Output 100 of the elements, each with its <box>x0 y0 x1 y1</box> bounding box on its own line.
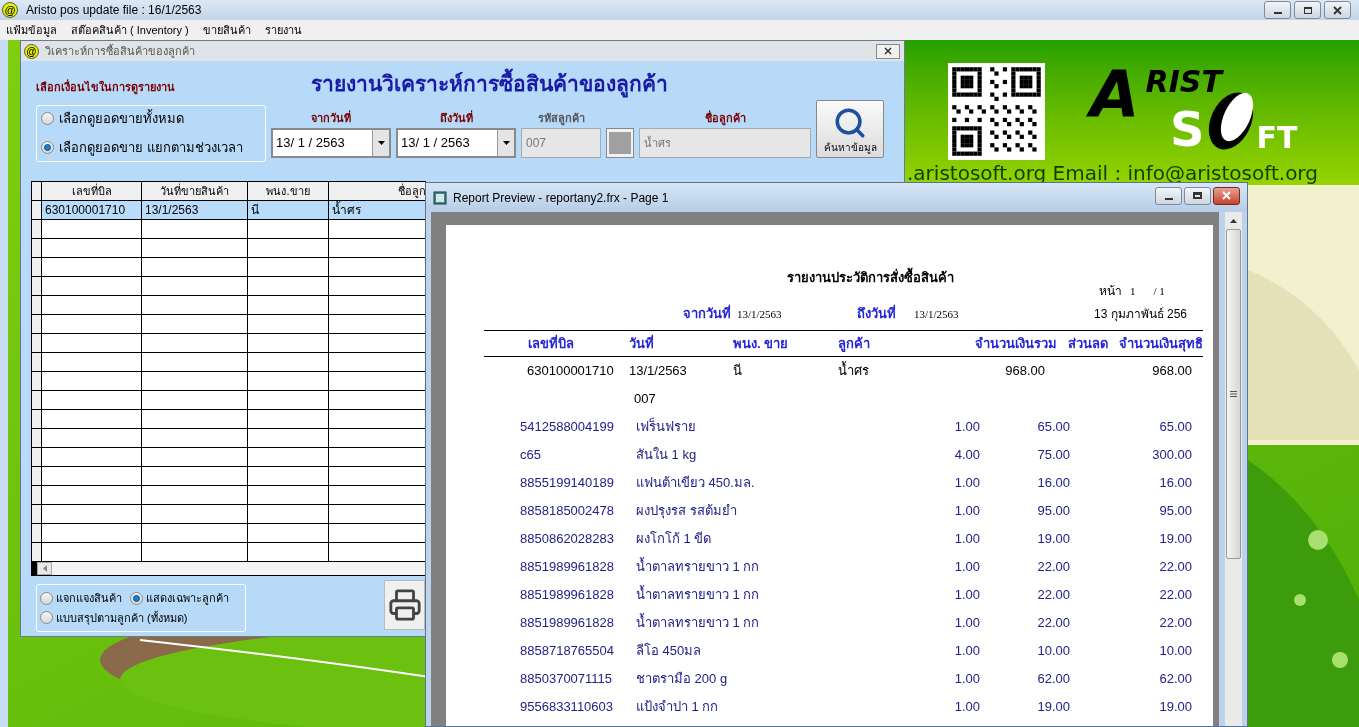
column-header: จำนวนเงินรวม <box>974 334 1057 353</box>
row-header[interactable] <box>32 258 42 276</box>
table-cell-text: 19.00 <box>1158 698 1192 717</box>
app-icon: @ <box>24 43 39 59</box>
radio-button[interactable] <box>41 140 54 154</box>
menu-item[interactable]: แฟ้มข้อมูล <box>6 21 57 39</box>
column-header: ส่วนลด <box>1067 334 1108 353</box>
table-cell-text: แป้งจำปา 1 กก <box>636 698 720 717</box>
row-header[interactable] <box>32 391 42 409</box>
radio-button[interactable] <box>130 591 143 605</box>
row-header[interactable] <box>32 334 42 352</box>
close-button[interactable] <box>1213 186 1240 205</box>
table-cell-text: 95.00 <box>1158 502 1192 521</box>
logo-text: FT <box>1256 123 1298 153</box>
table-cell-text: ผงปรุงรส รสต้มยำ <box>636 502 738 521</box>
restore-button[interactable] <box>1294 1 1321 19</box>
vertical-scrollbar[interactable] <box>1225 212 1242 726</box>
lookup-button[interactable] <box>606 128 634 158</box>
table-cell-text: 1.00 <box>953 586 980 605</box>
row-header[interactable] <box>32 353 42 371</box>
column-header[interactable]: ชื่อลูก <box>329 182 426 200</box>
date-field[interactable]: 13/ 1 / 2563 <box>396 128 516 158</box>
table-cell-text: 300.00 <box>1151 446 1192 465</box>
table-cell-text: 95.00 <box>1036 502 1070 521</box>
maximize-button[interactable] <box>1184 186 1211 205</box>
row-header[interactable] <box>32 410 42 428</box>
caret-icon <box>502 141 510 145</box>
scroll-thumb[interactable] <box>1226 229 1241 559</box>
row-header[interactable] <box>32 486 42 504</box>
minimize-button[interactable] <box>1155 186 1182 205</box>
table-cell-text: น้ำตาลทรายขาว 1 กก <box>636 585 761 605</box>
report-title: รายงานประวัติการสั่งซื้อสินค้า <box>787 268 954 288</box>
row-header[interactable] <box>32 277 42 295</box>
minimize-button[interactable] <box>1264 1 1291 19</box>
table-cell-text: 1.00 <box>953 670 980 689</box>
table-cell-text: 8850370071115 <box>520 670 614 689</box>
field-label: ถึงวันที่ <box>439 109 473 126</box>
table-cell-text: น้ำศร <box>331 201 362 219</box>
menu-item[interactable]: ขายสินค้า <box>202 21 251 39</box>
row-header[interactable] <box>32 524 42 542</box>
page-total: / 1 <box>1153 284 1165 299</box>
row-header[interactable] <box>32 372 42 390</box>
column-header: เลขที่บิล <box>528 333 575 353</box>
row-header[interactable] <box>32 201 42 219</box>
radio-button[interactable] <box>40 591 53 605</box>
row-header[interactable] <box>32 220 42 238</box>
row-header[interactable] <box>32 315 42 333</box>
field-label: จากวันที่ <box>311 109 351 126</box>
row-header[interactable] <box>32 429 42 447</box>
window-title: วิเคราะห์การซื้อสินค้าของลูกค้า <box>45 43 195 60</box>
table-cell-text: 8858185002478 <box>520 502 615 521</box>
table-cell-text: 630100001710 <box>527 362 615 381</box>
column-header: พนง. ขาย <box>733 334 790 353</box>
radio-button[interactable] <box>41 112 54 126</box>
table-cell-text: 16.00 <box>1158 474 1192 493</box>
printer-icon <box>387 588 422 622</box>
page-number: 1 <box>1130 284 1136 299</box>
radio-button[interactable] <box>40 611 53 625</box>
row-header[interactable] <box>32 543 42 561</box>
from-date: 13/1/2563 <box>737 306 783 322</box>
table-cell-text: 62.00 <box>1158 670 1192 689</box>
table-cell-text: 22.00 <box>1036 614 1070 633</box>
date-field[interactable]: 13/ 1 / 2563 <box>271 128 391 158</box>
column-header: จำนวนเงินสุทธิ <box>1118 334 1203 354</box>
print-button[interactable] <box>384 580 425 630</box>
column-header[interactable]: พนง.ขาย <box>248 182 329 200</box>
column-header[interactable]: เลขที่บิล <box>42 182 142 200</box>
table-cell-text: 75.00 <box>1036 446 1070 465</box>
caret-icon <box>377 141 385 145</box>
close-button[interactable] <box>1324 1 1351 19</box>
table-cell: 630100001710 <box>42 201 142 219</box>
table-cell-text: 19.00 <box>1158 530 1192 549</box>
menu-item[interactable]: รายงาน <box>264 21 302 39</box>
column-header[interactable]: วันที่ขายสินค้า <box>142 182 248 200</box>
table-cell-text: 62.00 <box>1036 670 1070 689</box>
table-cell-text: ผงโกโก้ 1 ขีด <box>636 530 713 549</box>
row-header[interactable] <box>32 505 42 523</box>
horizontal-scrollbar[interactable] <box>32 562 426 575</box>
table-cell-text: 22.00 <box>1158 558 1192 577</box>
table-cell-text: 8855199140189 <box>520 474 615 493</box>
row-header[interactable] <box>32 467 42 485</box>
dropdown-button[interactable] <box>497 130 514 156</box>
document-icon <box>433 190 447 205</box>
table-cell-text: น้ำตาลทรายขาว 1 กก <box>636 557 761 577</box>
column-header: ลูกค้า <box>838 334 871 354</box>
menu-item[interactable]: สต๊อคสินค้า ( Inventory ) <box>71 21 189 39</box>
row-header[interactable] <box>32 296 42 314</box>
search-button[interactable]: ค้นหาข้อมูล <box>816 100 884 158</box>
grid-row[interactable]: 630100001710 13/1/2563 นี น้ำศร <box>32 201 426 220</box>
table-cell-text: 22.00 <box>1036 558 1070 577</box>
dropdown-button[interactable] <box>372 130 389 156</box>
table-cell-text: 13/1/2563 <box>629 362 688 381</box>
table-cell-text: 10.00 <box>1036 642 1070 661</box>
close-icon <box>1222 191 1231 200</box>
close-button[interactable] <box>876 43 900 59</box>
row-header[interactable] <box>32 239 42 257</box>
customer-code: 007 <box>634 390 656 409</box>
radio-label: แสดงเฉพาะลูกค้า <box>146 591 229 607</box>
table-cell-text: 1.00 <box>953 418 980 437</box>
row-header[interactable] <box>32 448 42 466</box>
